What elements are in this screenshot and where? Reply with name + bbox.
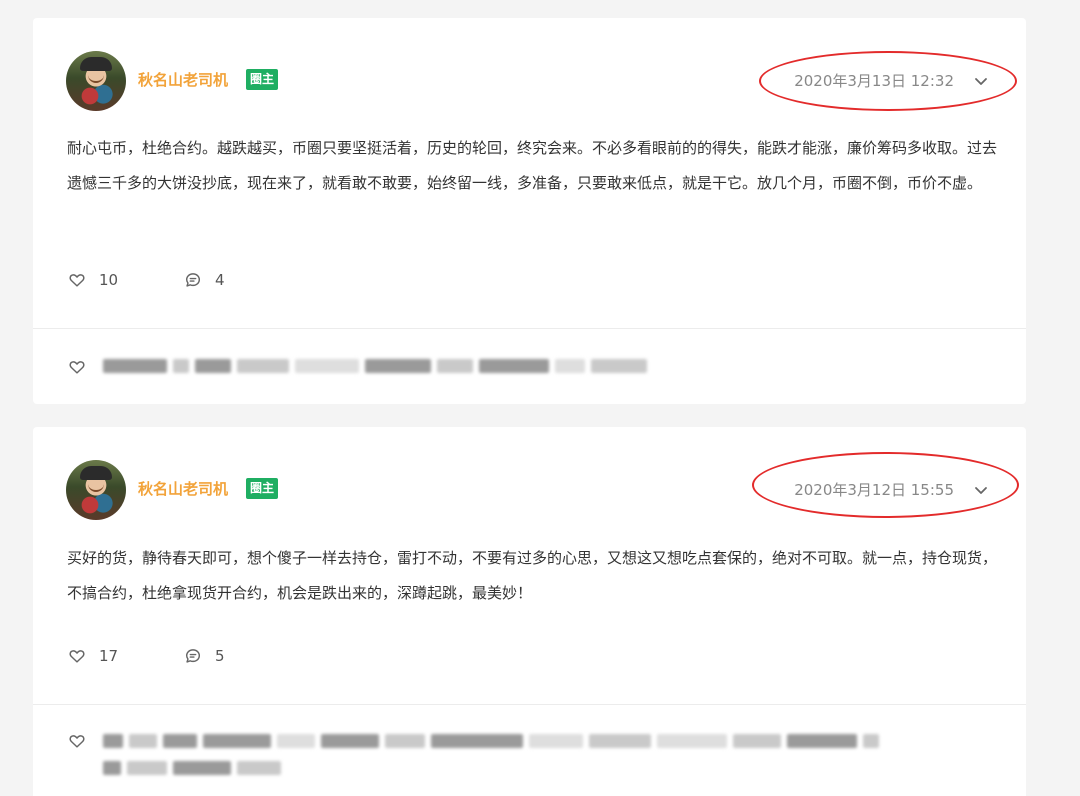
- heart-outline-icon: [69, 361, 85, 374]
- comment-button[interactable]: 4: [184, 271, 225, 289]
- owner-badge: 圈主: [246, 478, 279, 499]
- like-count: 10: [99, 271, 119, 289]
- post-card: 秋名山老司机 圈主 2020年3月12日 15:55 买好的货，静待春天即可，想…: [33, 427, 1026, 796]
- divider: [33, 704, 1026, 705]
- avatar[interactable]: [66, 460, 126, 520]
- likers-list-blurred: [103, 761, 281, 775]
- comment-count: 5: [215, 647, 225, 665]
- divider: [33, 328, 1026, 329]
- post-card: 秋名山老司机 圈主 2020年3月13日 12:32 耐心屯币，杜绝合约。越跌越…: [33, 18, 1026, 404]
- like-button[interactable]: 10: [68, 271, 118, 289]
- like-button[interactable]: 17: [68, 647, 118, 665]
- highlight-ellipse: [752, 452, 1019, 518]
- post-content: 买好的货，静待春天即可，想个傻子一样去持仓，雷打不动，不要有过多的心思，又想这又…: [67, 549, 998, 602]
- comment-bubble-icon: [185, 273, 201, 287]
- comment-button[interactable]: 5: [184, 647, 225, 665]
- comment-count: 4: [215, 271, 225, 289]
- heart-outline-icon: [69, 274, 85, 287]
- post-content: 耐心屯币，杜绝合约。越跌越买，币圈只要坚挺活着，历史的轮回，终究会来。不必多看眼…: [67, 139, 998, 192]
- highlight-ellipse: [759, 51, 1017, 111]
- likers-list-blurred: [103, 734, 879, 748]
- likers-list-blurred: [103, 359, 647, 373]
- like-count: 17: [99, 647, 119, 665]
- owner-badge: 圈主: [246, 69, 279, 90]
- heart-outline-icon: [69, 650, 85, 663]
- author-name[interactable]: 秋名山老司机: [138, 478, 228, 499]
- avatar[interactable]: [66, 51, 126, 111]
- author-name[interactable]: 秋名山老司机: [138, 69, 228, 90]
- comment-bubble-icon: [185, 649, 201, 663]
- heart-outline-icon: [69, 735, 85, 748]
